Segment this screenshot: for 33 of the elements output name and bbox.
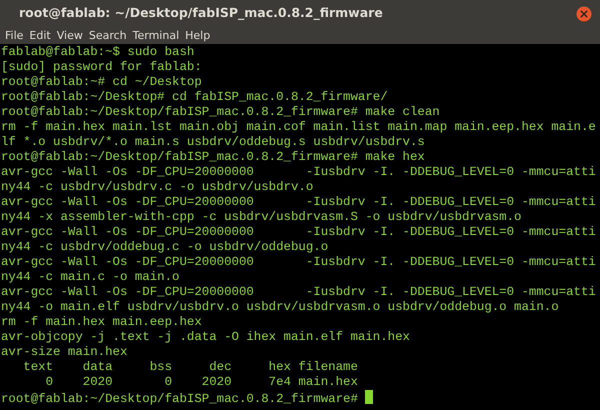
- terminal-line: [sudo] password for fablab:: [1, 60, 202, 74]
- terminal-line: avr-size main.hex: [1, 345, 128, 359]
- terminal-line: text data bss dec hex filename: [22, 360, 358, 374]
- terminal-line: rm -f main.hex main.eep.hex: [1, 315, 202, 329]
- terminal-line: rm -f main.hex main.lst main.obj main.cof main.list main.map main.eep.hex main.e: [1, 120, 596, 134]
- menu-item[interactable]: Edit: [26, 27, 54, 44]
- terminal-line: avr-gcc -Wall -Os -DF_CPU=20000000 -Iusbdrv -I. -DDEBUG_LEVEL=0 -mmcu=atti: [1, 285, 596, 299]
- terminal-line: root@fablab:~/Desktop/fabISP_mac.0.8.2_firmware# make hex: [1, 150, 425, 164]
- terminal-line: fablab@fablab:~$ sudo bash: [1, 45, 194, 59]
- terminal-line: root@fablab:~/Desktop/fabISP_mac.0.8.2_firmware# make clean: [1, 105, 440, 119]
- menu-item[interactable]: Search: [86, 27, 130, 44]
- terminal-line: ny44 -c usbdrv/oddebug.c -o usbdrv/oddebug.o: [1, 240, 328, 254]
- window-title: root@fablab: ~/Desktop/fabISP_mac.0.8.2_firmware: [19, 4, 383, 22]
- close-icon[interactable]: [576, 6, 592, 22]
- terminal-line: ny44 -o main.elf usbdrv/usbdrv.o usbdrv/usbdrvasm.o usbdrv/oddebug.o main.o: [1, 300, 559, 314]
- terminal-line: 0 2020 0 2020 7e4 main.hex: [44, 375, 358, 389]
- terminal-line: avr-gcc -Wall -Os -DF_CPU=20000000 -Iusbdrv -I. -DDEBUG_LEVEL=0 -mmcu=atti: [1, 255, 596, 269]
- terminal-line: avr-gcc -Wall -Os -DF_CPU=20000000 -Iusbdrv -I. -DDEBUG_LEVEL=0 -mmcu=atti: [1, 225, 596, 239]
- menu-item[interactable]: Help: [182, 27, 214, 44]
- text-cursor: [364, 390, 373, 404]
- menu-item[interactable]: File: [2, 27, 26, 44]
- terminal-line: lf *.o usbdrv/*.o main.s usbdrv/oddebug.s usbdrv/usbdrv.s: [1, 135, 425, 149]
- terminal-line: ny44 -c usbdrv/usbdrv.c -o usbdrv/usbdrv.o: [1, 180, 314, 194]
- terminal-line: avr-gcc -Wall -Os -DF_CPU=20000000 -Iusbdrv -I. -DDEBUG_LEVEL=0 -mmcu=atti: [1, 195, 596, 209]
- terminal-line: root@fablab:~/Desktop# cd fabISP_mac.0.8.2_firmware/: [1, 90, 388, 104]
- terminal-line: avr-gcc -Wall -Os -DF_CPU=20000000 -Iusbdrv -I. -DDEBUG_LEVEL=0 -mmcu=atti: [1, 165, 596, 179]
- terminal-line: avr-objcopy -j .text -j .data -O ihex main.elf main.hex: [1, 330, 410, 344]
- terminal-line: ny44 -c main.c -o main.o: [1, 270, 180, 284]
- terminal-line: ny44 -x assembler-with-cpp -c usbdrv/usbdrvasm.S -o usbdrv/usbdrvasm.o: [1, 210, 522, 224]
- menu-item[interactable]: View: [54, 27, 86, 44]
- terminal-line: root@fablab:~# cd ~/Desktop: [1, 75, 202, 89]
- menu-item[interactable]: Terminal: [130, 27, 182, 44]
- terminal-line: root@fablab:~/Desktop/fabISP_mac.0.8.2_firmware#: [1, 392, 358, 406]
